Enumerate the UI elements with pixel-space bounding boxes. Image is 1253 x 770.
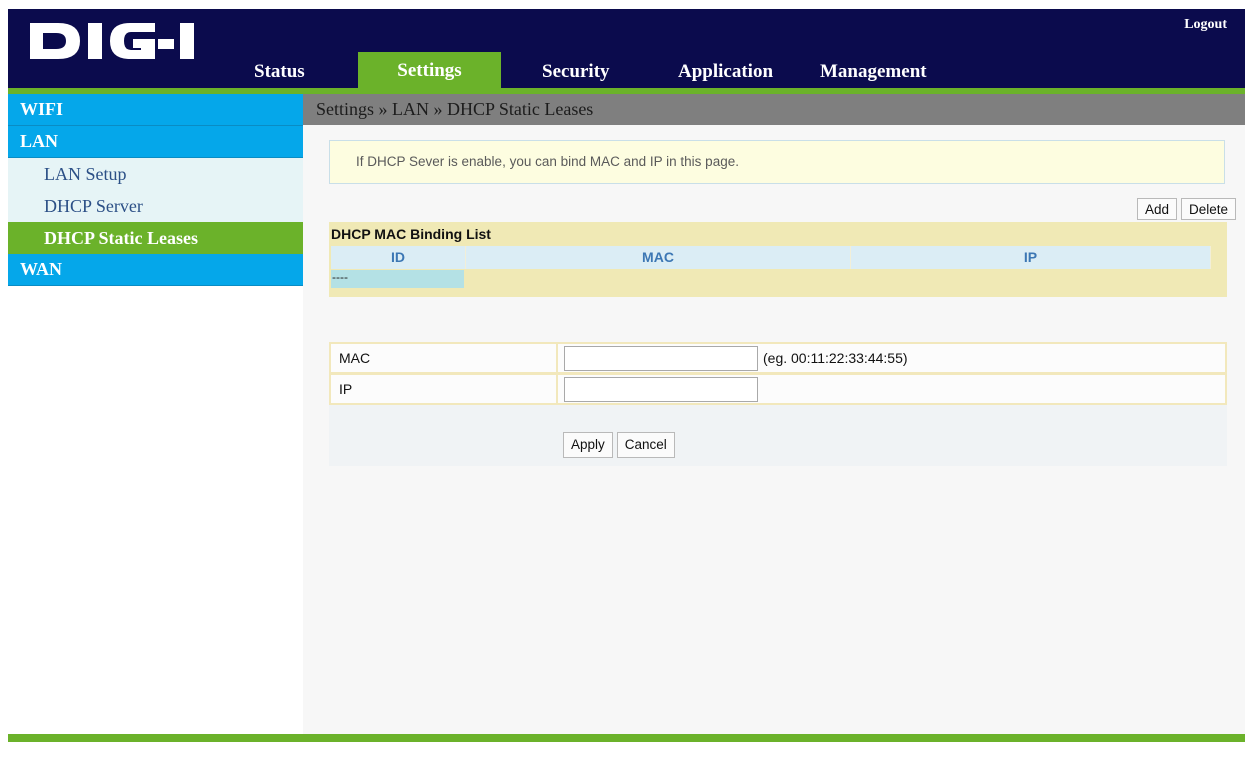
list-actions: Add Delete [1136,198,1236,220]
router-admin-window: Logout Status Settings Security Applicat… [8,9,1245,742]
footer-bar [8,734,1245,742]
mac-hint: (eg. 00:11:22:33:44:55) [763,350,908,366]
nav-tab-security[interactable]: Security [542,60,610,84]
mac-input[interactable] [564,346,758,371]
list-title: DHCP MAC Binding List [331,226,491,242]
info-message: If DHCP Sever is enable, you can bind MA… [329,140,1225,184]
ip-row: IP [329,373,1227,405]
sidebar-section-wan[interactable]: WAN [8,254,303,286]
sidebar-section-lan[interactable]: LAN [8,126,303,158]
binding-form: MAC (eg. 00:11:22:33:44:55) IP Apply Can… [329,342,1227,466]
nav-tab-management[interactable]: Management [820,60,927,84]
sidebar-item-dhcp-static-leases[interactable]: DHCP Static Leases [8,222,303,254]
sidebar-item-lan-setup[interactable]: LAN Setup [8,158,303,190]
mac-row: MAC (eg. 00:11:22:33:44:55) [329,342,1227,374]
column-header-ip: IP [851,246,1211,269]
form-buttons: Apply Cancel [563,432,675,458]
sidebar: WIFI LAN LAN Setup DHCP Server DHCP Stat… [8,94,303,734]
nav-tab-application[interactable]: Application [678,60,773,84]
apply-button[interactable]: Apply [563,432,613,458]
dhcp-binding-list: DHCP MAC Binding List ID MAC IP ---- [329,222,1227,297]
ip-input[interactable] [564,377,758,402]
breadcrumb: Settings » LAN » DHCP Static Leases [303,94,1245,125]
list-header-row: ID MAC IP [331,246,1211,269]
cancel-button[interactable]: Cancel [616,432,675,458]
sidebar-item-dhcp-server[interactable]: DHCP Server [8,190,303,222]
add-button[interactable]: Add [1136,198,1177,220]
nav-tab-status[interactable]: Status [254,60,305,84]
top-header: Logout Status Settings Security Applicat… [8,9,1245,88]
ip-label: IP [339,381,353,397]
delete-button[interactable]: Delete [1180,198,1236,220]
row-divider [556,375,558,403]
sidebar-section-wifi[interactable]: WIFI [8,94,303,126]
main-content: Settings » LAN » DHCP Static Leases If D… [303,94,1245,734]
row-divider [556,344,558,372]
mac-label: MAC [339,350,371,366]
main-navigation: Status Settings Security Application Man… [8,52,1245,88]
column-header-id: ID [331,246,466,269]
logout-link[interactable]: Logout [1184,17,1227,33]
nav-tab-settings[interactable]: Settings [358,52,501,88]
list-empty-row: ---- [331,270,464,288]
column-header-mac: MAC [466,246,851,269]
